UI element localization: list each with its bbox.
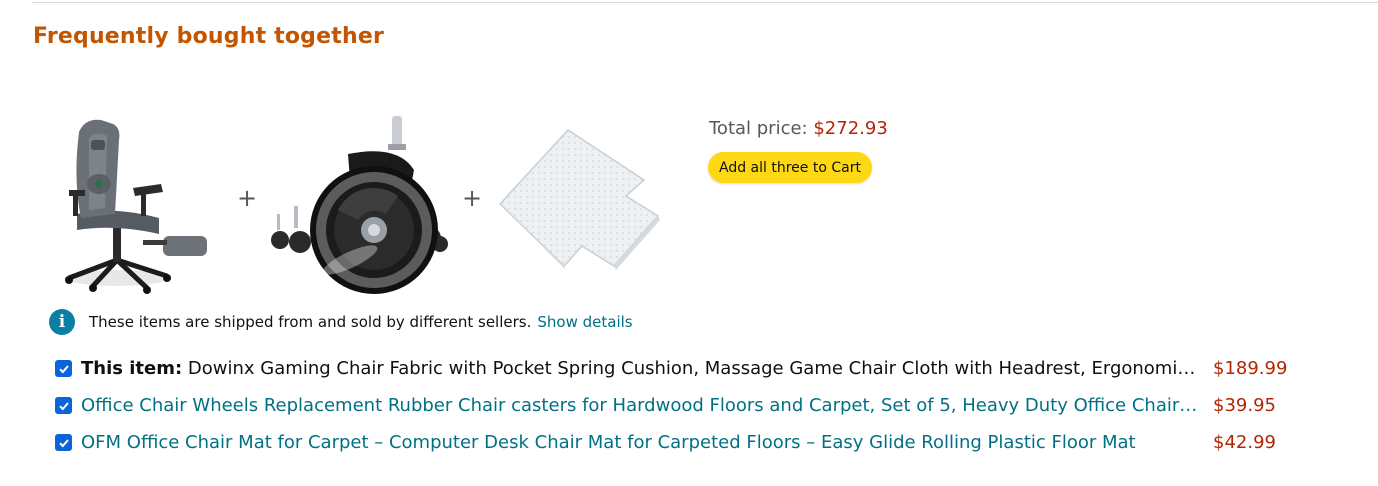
item-title-link[interactable]: Office Chair Wheels Replacement Rubber C… <box>81 395 1200 416</box>
chair-caster-wheels-image[interactable] <box>266 110 450 296</box>
list-item: OFM Office Chair Mat for Carpet – Comput… <box>55 424 1345 461</box>
item-price: $189.99 <box>1213 358 1288 379</box>
info-icon: i <box>49 309 75 335</box>
plus-separator: + <box>237 184 258 212</box>
item-checkbox[interactable] <box>55 397 72 414</box>
frequently-bought-together-section: Frequently bought together + + Total pri… <box>0 0 1378 486</box>
item-title: This item: Dowinx Gaming Chair Fabric wi… <box>81 358 1200 379</box>
seller-notice: i These items are shipped from and sold … <box>49 308 633 336</box>
plus-separator: + <box>462 184 483 212</box>
list-item: Office Chair Wheels Replacement Rubber C… <box>55 387 1345 424</box>
section-divider <box>32 2 1378 3</box>
gaming-chair-image[interactable] <box>55 110 213 296</box>
chair-mat-image[interactable] <box>494 110 674 296</box>
item-price: $42.99 <box>1213 432 1276 453</box>
item-title-link[interactable]: OFM Office Chair Mat for Carpet – Comput… <box>81 432 1200 453</box>
checkmark-icon <box>58 364 69 373</box>
item-title-text: Dowinx Gaming Chair Fabric with Pocket S… <box>187 358 1200 379</box>
checkmark-icon <box>58 438 69 447</box>
checkmark-icon <box>58 401 69 410</box>
show-details-link[interactable]: Show details <box>537 313 632 331</box>
total-price-label: Total price: <box>709 118 808 139</box>
total-price-line: Total price: $272.93 <box>709 118 888 139</box>
this-item-label: This item: <box>81 358 183 379</box>
bundle-item-list: This item: Dowinx Gaming Chair Fabric wi… <box>55 350 1345 461</box>
add-all-to-cart-button[interactable]: Add all three to Cart <box>708 152 872 183</box>
seller-notice-text: These items are shipped from and sold by… <box>89 313 532 331</box>
list-item: This item: Dowinx Gaming Chair Fabric wi… <box>55 350 1345 387</box>
section-title: Frequently bought together <box>33 24 385 49</box>
item-checkbox[interactable] <box>55 360 72 377</box>
total-price-value: $272.93 <box>813 118 888 139</box>
item-checkbox[interactable] <box>55 434 72 451</box>
item-price: $39.95 <box>1213 395 1276 416</box>
